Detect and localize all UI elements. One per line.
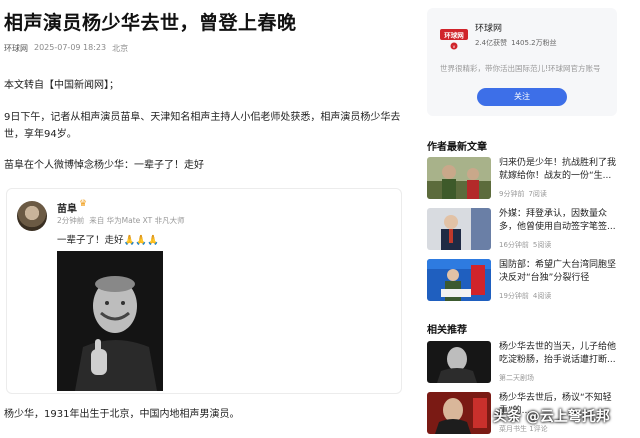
svg-text:环球网: 环球网 [444,31,464,40]
weibo-author-name[interactable]: 苗阜 [57,200,77,215]
item-title[interactable]: 外媒：拜登承认，因数量众多，他曾使用自动签字笔签... [499,208,617,234]
thumbnail [427,208,491,250]
profile-stats: 2.4亿获赞 1405.2万粉丝 [475,38,557,48]
portrait-image [57,251,163,391]
thumbnail [427,392,491,434]
profile-name[interactable]: 环球网 [475,21,502,34]
item-meta: 19分钟前 4阅读 [499,292,552,300]
item-meta: 9分钟前 7阅读 [499,190,547,198]
list-item[interactable]: 归来仍是少年！抗战胜利了我就嫁给你！战友的一份“生... 9分钟前 7阅读 [427,157,617,205]
thumbnail [427,157,491,199]
weibo-device: 来自 华为Mate XT 非凡大师 [89,216,185,225]
weibo-photo[interactable] [57,251,163,391]
list-item[interactable]: 外媒：拜登承认，因数量众多，他曾使用自动签字笔签... 16分钟前 5阅读 [427,208,617,256]
weibo-meta: 2分钟前 来自 华为Mate XT 非凡大师 [57,215,185,226]
article-location: 北京 [112,44,129,53]
profile-likes: 2.4亿获赞 [475,39,508,47]
item-title[interactable]: 杨少华去世的当天，儿子给他吃淀粉肠，抬手说话遭打断... [499,341,617,367]
paragraph-1: 本文转自【中国新闻网】； [4,80,119,91]
follow-button[interactable]: 关注 [477,88,567,106]
weibo-time: 2分钟前 [57,216,85,225]
toutiao-watermark: 头条 @云上弩托邦 [493,409,610,425]
weibo-embed-card[interactable]: 苗阜 ♛ 2分钟前 来自 华为Mate XT 非凡大师 一辈子了！走好🙏🙏🙏 [6,188,402,394]
paragraph-4: 杨少华，1931年出生于北京，中国内地相声男演员。 [4,409,240,420]
thumbnail [427,341,491,383]
item-meta: 16分钟前 5阅读 [499,241,552,249]
list-item[interactable]: 杨少华去世的当天，儿子给他吃淀粉肠，抬手说话遭打断... 第二天剧场 [427,341,617,389]
article-datetime: 2025-07-09 18:23 [34,43,107,52]
author-latest-heading: 作者最新文章 [427,142,487,153]
thumbnail [427,259,491,301]
item-title[interactable]: 国防部：希望广大台湾同胞坚决反对“台独”分裂行径 [499,259,617,285]
paragraph-3: 苗阜在个人微博悼念杨少华：一辈子了！走好 [4,160,204,171]
crown-icon: ♛ [79,199,88,209]
profile-description: 世界很精彩，带你活出国际范儿!环球网官方账号 [440,64,601,73]
article-title: 相声演员杨少华去世，曾登上春晚 [4,12,297,34]
related-heading: 相关推荐 [427,325,467,336]
article-source[interactable]: 环球网 [4,43,28,54]
article: 相声演员杨少华去世，曾登上春晚 环球网 2025-07-09 18:23 北京 … [4,0,408,420]
item-title[interactable]: 归来仍是少年！抗战胜利了我就嫁给你！战友的一份“生... [499,157,617,183]
svg-text:v: v [453,45,456,50]
avatar[interactable] [17,201,47,231]
huanqiu-logo[interactable]: 环球网 v [439,26,469,50]
profile-fans: 1405.2万粉丝 [511,39,557,47]
author-profile-card: 环球网 v 环球网 2.4亿获赞 1405.2万粉丝 世界很精彩，带你活出国际范… [427,8,617,116]
list-item[interactable]: 国防部：希望广大台湾同胞坚决反对“台独”分裂行径 19分钟前 4阅读 [427,259,617,307]
weibo-text: 一辈子了！走好🙏🙏🙏 [57,235,159,246]
paragraph-2: 9日下午，记者从相声演员苗阜、天津知名相声主持人小佀老师处获悉，相声演员杨少华去… [4,112,401,140]
item-meta: 第二天剧场 [499,374,534,382]
article-meta: 环球网 2025-07-09 18:23 北京 [4,43,408,54]
